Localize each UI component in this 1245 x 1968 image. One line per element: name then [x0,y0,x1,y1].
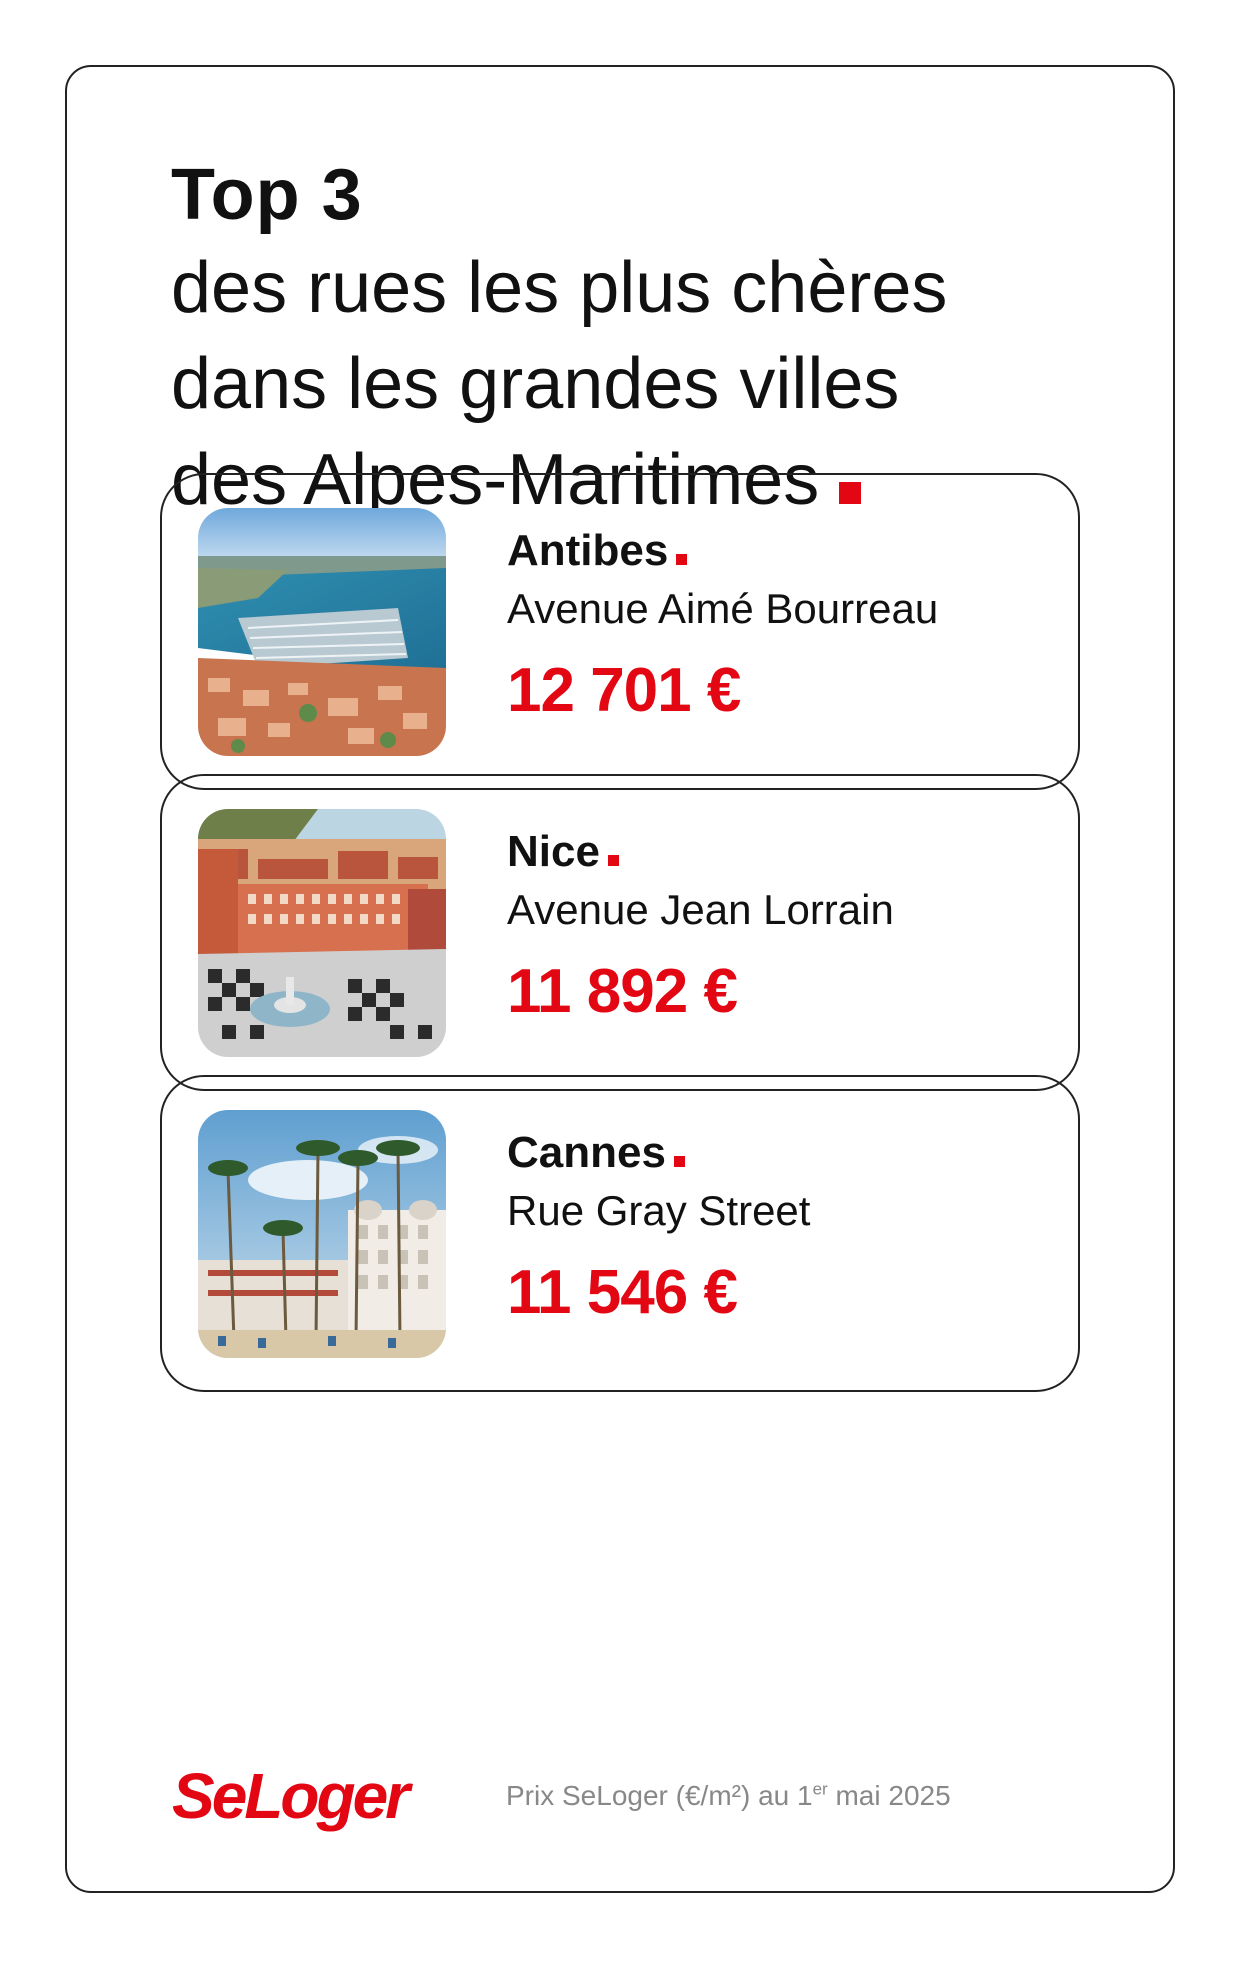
price-per-sqm: 11 892 € [507,957,738,1026]
street-name: Avenue Aimé Bourreau [507,585,939,632]
price-per-sqm: 11 546 € [507,1258,738,1327]
street-name: Rue Gray Street [507,1187,811,1234]
subtitle-line-1: des rues les plus chères [171,248,948,328]
subtitle-line-2: dans les grandes villes [171,344,900,424]
source-note: Prix SeLoger (€/m²) au 1er mai 2025 [506,1776,951,1816]
source-superscript: er [812,1779,828,1799]
city-label: Cannes [507,1128,666,1177]
title-block: Top 3 des rues les plus chères dans les … [171,150,1121,528]
city-name: Antibes [507,523,1067,579]
city-name: Nice [507,824,1067,880]
source-suffix: mai 2025 [827,1780,951,1811]
card-text: Nice Avenue Jean Lorrain 11 892 € [507,824,1067,1032]
city-name: Cannes [507,1125,1067,1181]
antibes-photo [198,508,446,756]
street-card-antibes: Antibes Avenue Aimé Bourreau 12 701 € [160,473,1080,790]
city-label: Antibes [507,526,669,575]
red-dot-marker [676,554,688,565]
red-dot-marker [673,1156,685,1167]
card-text: Cannes Rue Gray Street 11 546 € [507,1125,1067,1333]
page-title: Top 3 [171,155,363,235]
red-dot-marker [607,855,619,866]
source-prefix: Prix SeLoger (€/m²) au 1 [506,1780,813,1811]
card-text: Antibes Avenue Aimé Bourreau 12 701 € [507,523,1067,731]
street-card-nice: Nice Avenue Jean Lorrain 11 892 € [160,774,1080,1091]
street-name: Avenue Jean Lorrain [507,886,894,933]
seloger-logo: SeLoger [172,1760,410,1832]
street-card-cannes: Cannes Rue Gray Street 11 546 € [160,1075,1080,1392]
cannes-photo [198,1110,446,1358]
nice-photo [198,809,446,1057]
price-per-sqm: 12 701 € [507,656,741,725]
city-label: Nice [507,827,600,876]
